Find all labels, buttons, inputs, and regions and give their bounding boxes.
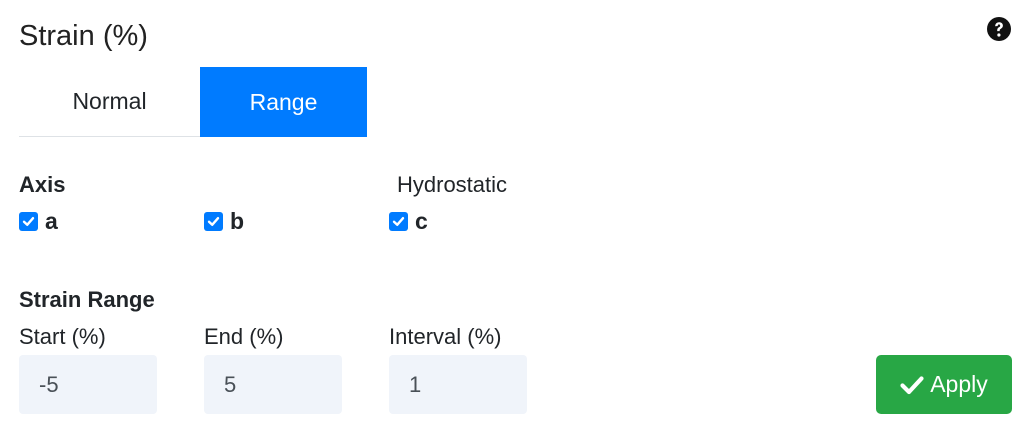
start-input[interactable]: [19, 355, 157, 414]
panel-title: Strain (%): [19, 20, 148, 52]
axis-label: Axis: [19, 172, 66, 197]
interval-label: Interval (%): [389, 324, 502, 349]
question-circle-icon[interactable]: [985, 15, 1013, 43]
interval-input[interactable]: [389, 355, 527, 414]
check-icon: [900, 375, 924, 394]
axis-b-label: b: [230, 208, 245, 234]
tab-normal[interactable]: Normal: [19, 67, 200, 137]
checkbox-checked-icon[interactable]: [389, 212, 408, 231]
strain-range-label: Strain Range: [19, 287, 155, 312]
axis-b-checkbox[interactable]: b: [204, 208, 244, 235]
hydrostatic-label: Hydrostatic: [397, 172, 508, 197]
apply-button[interactable]: Apply: [876, 355, 1012, 414]
apply-label: Apply: [930, 371, 988, 397]
axis-c-checkbox[interactable]: c: [389, 208, 428, 235]
end-input[interactable]: [204, 355, 342, 414]
end-label: End (%): [204, 324, 284, 349]
strain-panel: Strain (%) Normal Range Axis Hydrostatic…: [0, 0, 1024, 431]
axis-a-label: a: [45, 208, 58, 234]
start-label: Start (%): [19, 324, 106, 349]
axis-a-checkbox[interactable]: a: [19, 208, 58, 235]
tab-range[interactable]: Range: [200, 67, 367, 137]
checkbox-checked-icon[interactable]: [19, 212, 38, 231]
checkbox-checked-icon[interactable]: [204, 212, 223, 231]
axis-c-label: c: [415, 208, 428, 234]
